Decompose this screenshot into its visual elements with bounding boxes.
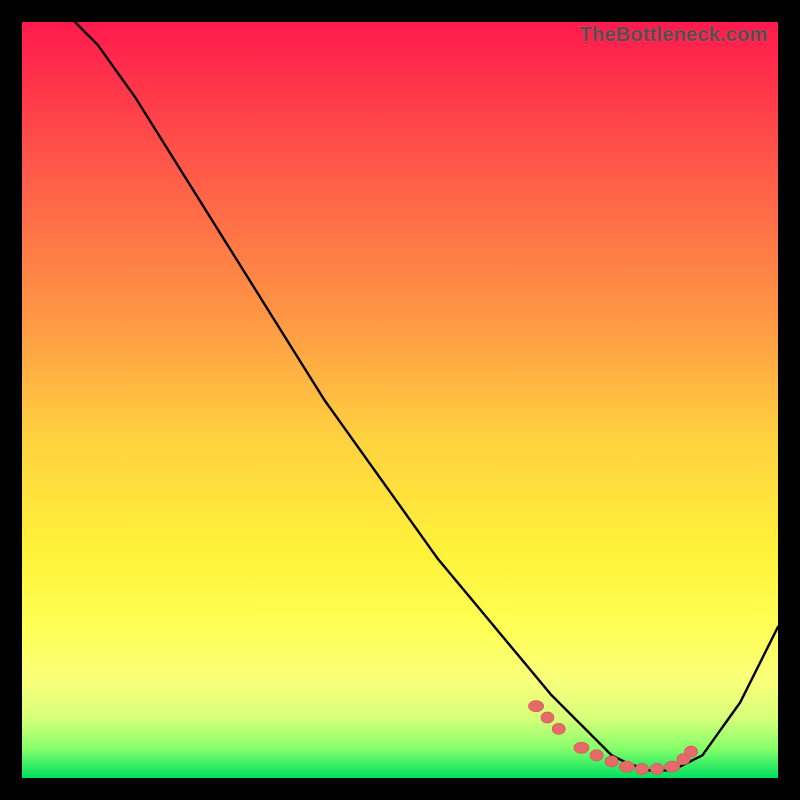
curve-marker [541, 712, 554, 723]
curve-marker [529, 701, 544, 712]
curve-marker [665, 761, 680, 772]
curve-marker [605, 756, 618, 767]
curve-marker [619, 761, 634, 772]
chart-frame: TheBottleneck.com [0, 0, 800, 800]
chart-svg [22, 22, 778, 778]
curve-marker [635, 763, 648, 774]
curve-marker [552, 723, 565, 734]
curve-marker [590, 750, 603, 761]
curve-markers [529, 701, 698, 775]
plot-area: TheBottleneck.com [22, 22, 778, 778]
curve-marker [651, 763, 664, 774]
bottleneck-curve [22, 22, 778, 770]
curve-marker [574, 742, 589, 753]
curve-marker [685, 746, 698, 757]
